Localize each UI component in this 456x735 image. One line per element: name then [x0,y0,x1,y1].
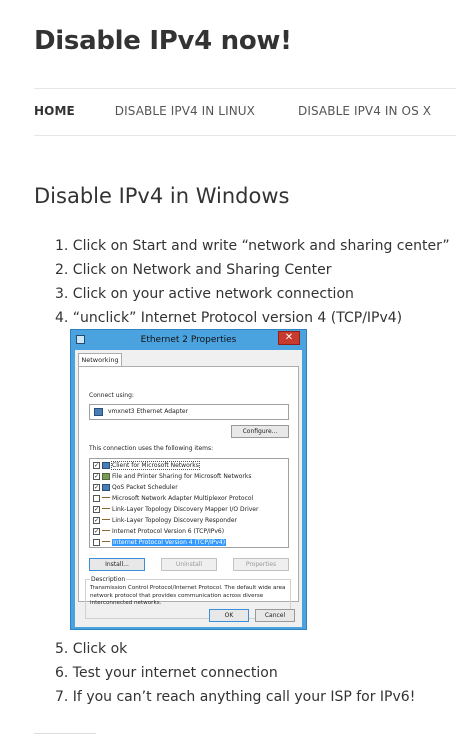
main-nav: HOME DISABLE IPV4 IN LINUX DISABLE IPV4 … [34,104,431,118]
tab-networking: Networking [78,353,122,367]
network-adapter-icon [94,408,103,416]
dialog-title: Ethernet 2 Properties [140,335,237,345]
ok-button: OK [209,609,249,622]
list-item: ✓ File and Printer Sharing for Microsoft … [93,472,252,482]
network-client-icon [102,462,110,469]
configure-button: Configure... [231,425,289,438]
close-icon: ✕ [278,331,300,345]
items-label: This connection uses the following items… [89,445,214,452]
checkbox-checked: ✓ [93,517,100,524]
list-item: ✓ Link-Layer Topology Discovery Responder [93,516,237,526]
adapter-name: vmxnet3 Ethernet Adapter [108,408,189,415]
list-item: ✓ Client for Microsoft Networks [93,461,200,471]
item-label: Client for Microsoft Networks [111,461,200,470]
step-item: 3. Click on your active network connecti… [55,286,354,302]
tab-panel: Connect using: vmxnet3 Ethernet Adapter … [78,366,299,619]
nav-bottom-rule [34,135,456,136]
steps-list-before: 1. Click on Start and write “network and… [55,236,450,332]
step-item: 2. Click on Network and Sharing Center [55,262,332,278]
printer-sharing-icon [102,473,110,480]
adapter-field: vmxnet3 Ethernet Adapter [89,404,289,420]
network-service-icon [102,484,110,491]
protocol-icon [102,530,110,533]
item-label: Link-Layer Topology Discovery Mapper I/O… [112,506,259,513]
checkbox-checked: ✓ [93,473,100,480]
checkbox-unchecked [93,539,100,546]
items-list: ✓ Client for Microsoft Networks ✓ File and… [89,458,289,548]
item-label: Microsoft Network Adapter Multiplexor Pr… [112,495,254,502]
step-item: 5. Click ok [55,641,128,657]
step-item: 6. Test your internet connection [55,665,278,681]
protocol-icon [102,508,110,511]
steps-list-after: 5. Click ok 6. Test your internet connec… [55,639,450,711]
nav-top-rule [34,88,456,89]
item-label: File and Printer Sharing for Microsoft N… [112,473,252,480]
step-item: 1. Click on Start and write “network and… [55,238,450,254]
nav-home[interactable]: HOME [34,104,75,118]
list-item: ✓ Internet Protocol Version 6 (TCP/IPv6) [93,527,224,537]
checkbox-unchecked [93,495,100,502]
checkbox-checked: ✓ [93,528,100,535]
nav-disable-ipv4-linux[interactable]: DISABLE IPV4 IN LINUX [115,104,255,118]
dialog-body: Networking Connect using: vmxnet3 Ethern… [75,350,302,627]
description-text: Transmission Control Protocol/Internet P… [90,585,286,606]
ethernet-properties-screenshot: Ethernet 2 Properties ✕ Networking Conne… [70,329,307,630]
list-item: Microsoft Network Adapter Multiplexor Pr… [93,494,253,504]
connect-using-label: Connect using: [89,392,134,399]
checkbox-checked: ✓ [93,506,100,513]
uninstall-button: Uninstall [161,558,217,571]
list-item: ✓ QoS Packet Scheduler [93,483,178,493]
list-item: ✓ Link-Layer Topology Discovery Mapper I/… [93,505,258,515]
install-button: Install... [89,558,145,571]
step-item: 7. If you can’t reach anything call your… [55,689,416,705]
description-label: Description [90,576,127,583]
checkbox-checked: ✓ [93,484,100,491]
protocol-icon [102,497,110,500]
item-label: QoS Packet Scheduler [112,484,178,491]
nav-disable-ipv4-osx[interactable]: DISABLE IPV4 IN OS X [298,104,431,118]
checkbox-checked: ✓ [93,462,100,469]
entry-title: Disable IPv4 in Windows [34,184,290,208]
footer-rule [34,733,96,734]
list-item: Internet Protocol Version 4 (TCP/IPv4) [93,538,227,548]
protocol-icon [102,541,110,544]
cancel-button: Cancel [255,609,295,622]
item-label: Link-Layer Topology Discovery Responder [112,517,238,524]
site-title[interactable]: Disable IPv4 now! [34,26,292,56]
item-label: Internet Protocol Version 6 (TCP/IPv6) [112,528,225,535]
properties-button: Properties [233,558,289,571]
protocol-icon [102,519,110,522]
item-label: Internet Protocol Version 4 (TCP/IPv4) [112,539,227,546]
